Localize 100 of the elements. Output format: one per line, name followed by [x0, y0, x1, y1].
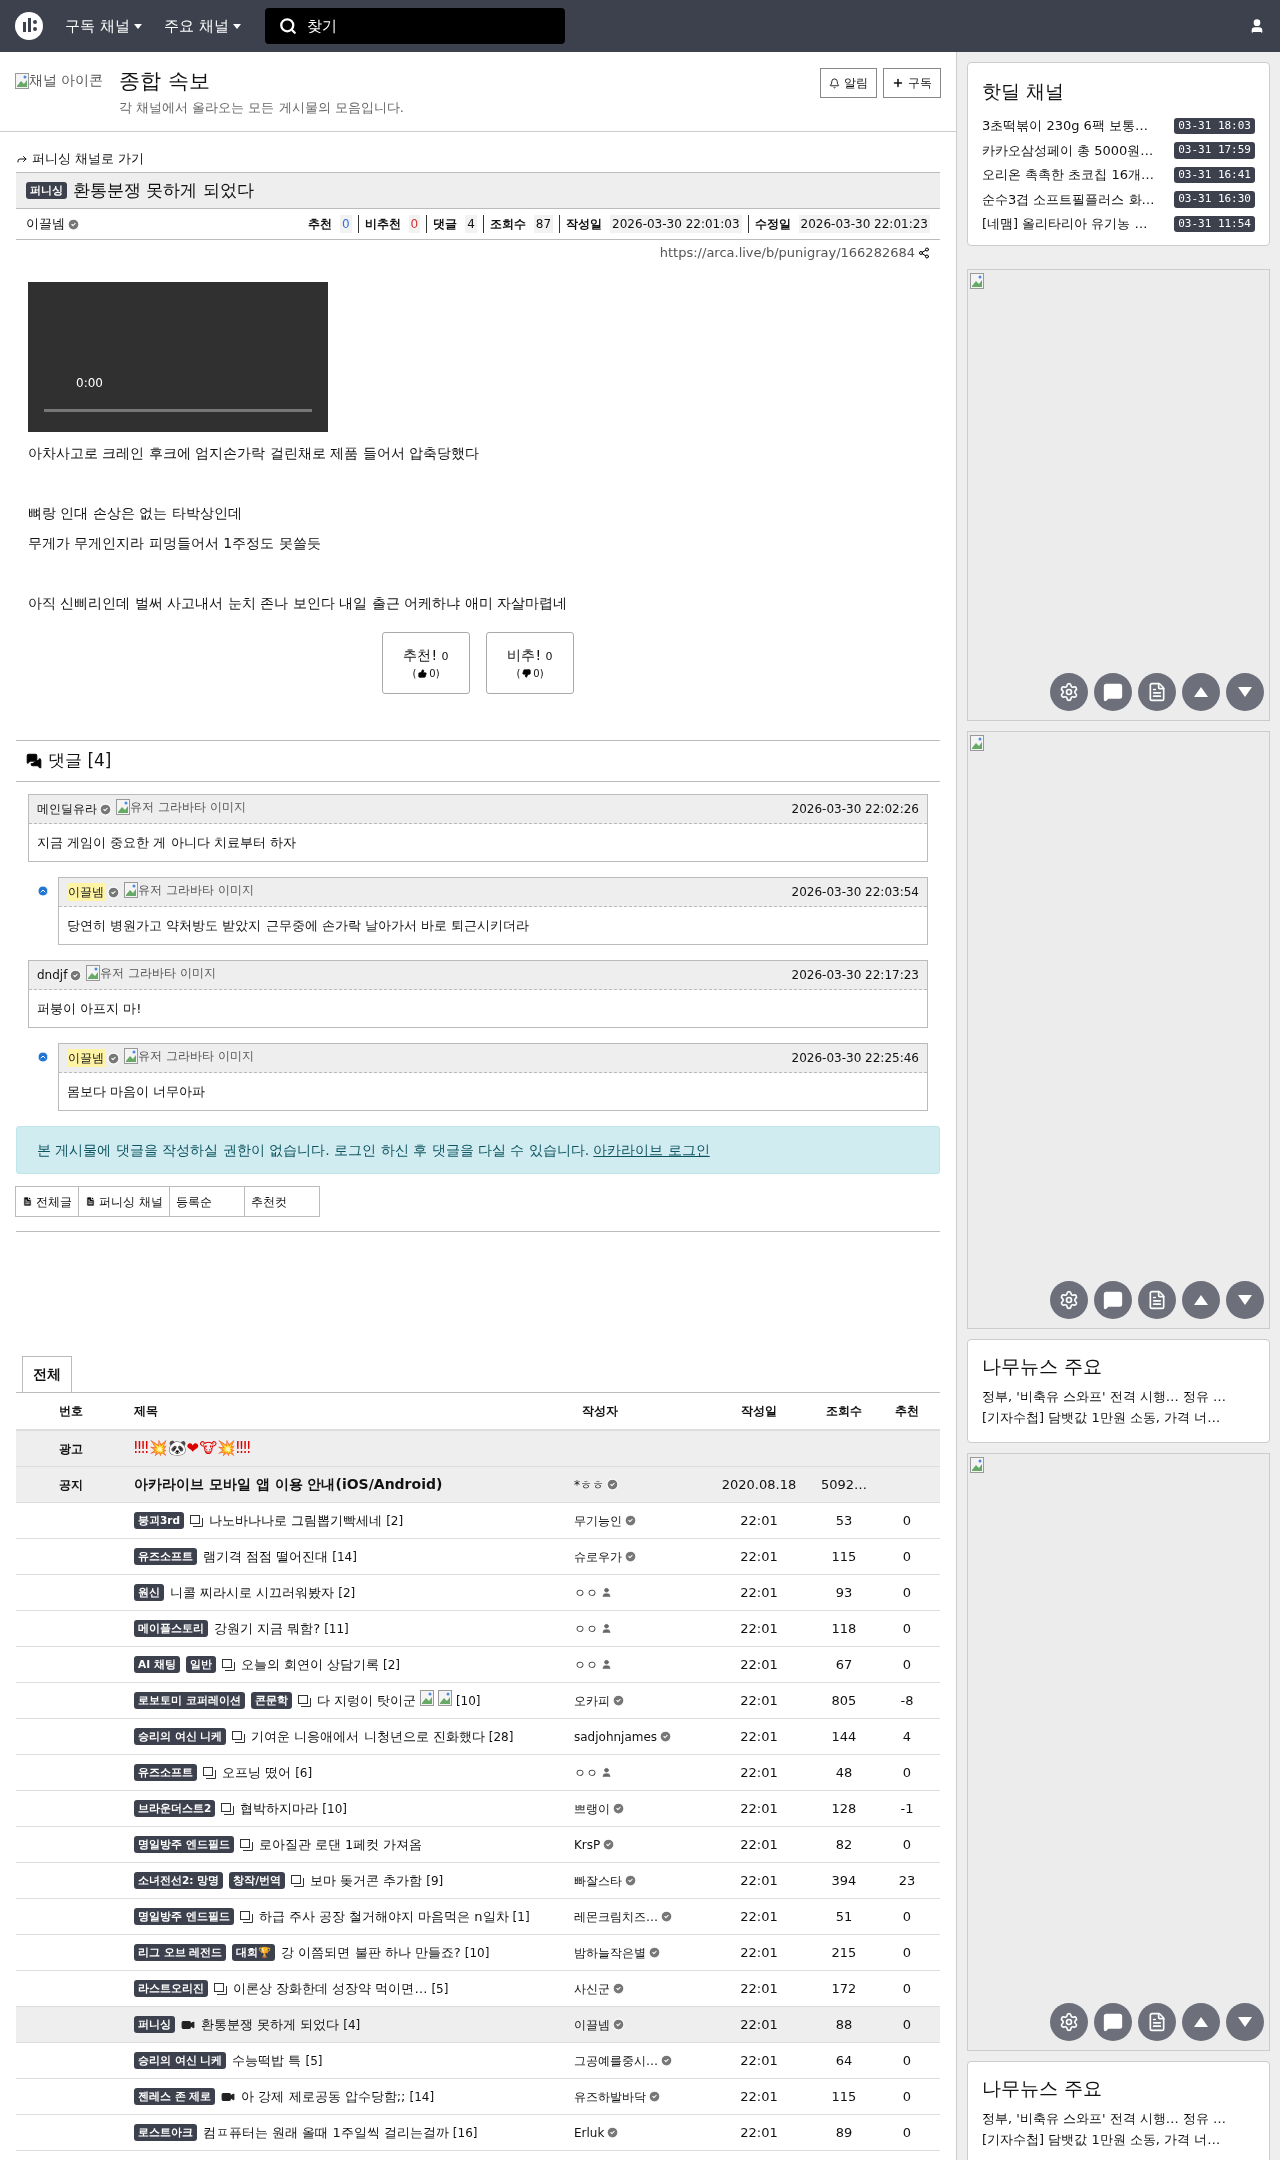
- news-link[interactable]: 정부, '비축유 스와프' 전격 시행… 정유 …: [982, 1388, 1227, 1404]
- post-title[interactable]: 이론상 장화한데 성장약 먹이면…: [233, 1978, 428, 1999]
- author-name[interactable]: sadjohnjames: [574, 1727, 658, 1746]
- notification-button[interactable]: 알림: [820, 68, 877, 98]
- post-title[interactable]: 협박하지마라: [240, 1798, 319, 1819]
- share-icon[interactable]: [918, 247, 930, 259]
- comment-author[interactable]: 이끌넴: [67, 1049, 105, 1067]
- downvote-button[interactable]: 비추! 0 ( 0): [486, 632, 574, 694]
- category-badge[interactable]: 콘문학: [250, 1691, 292, 1710]
- post-title[interactable]: 강원기 지금 뭐함?: [214, 1618, 321, 1639]
- category-badge[interactable]: 퍼니싱: [26, 181, 67, 200]
- comment-author[interactable]: 메인딜유라: [37, 800, 97, 818]
- category-badge[interactable]: 라스트오리진: [134, 1979, 208, 1998]
- search-field[interactable]: 찾기: [264, 8, 565, 44]
- author-name[interactable]: 그공예를중시…: [574, 2051, 658, 2070]
- post-title[interactable]: 램기격 점점 떨어진대: [203, 1546, 329, 1567]
- author-name[interactable]: 밤하늘작은별: [574, 1943, 646, 1962]
- board-row[interactable]: 공지 아카라이브 모바일 앱 이용 안내(iOS/Android) *ㅎㅎ 2020.08.18 5092…: [16, 1467, 940, 1503]
- post-title[interactable]: 보마 돚거콘 추가함: [310, 1870, 423, 1891]
- category-badge[interactable]: 원신: [134, 1583, 164, 1602]
- comment-author[interactable]: 이끌넴: [67, 883, 105, 901]
- category-badge[interactable]: 일반: [185, 1655, 216, 1674]
- post-title[interactable]: 수능떡밥 특: [232, 2050, 302, 2071]
- category-badge[interactable]: 승리의 여신 니케: [134, 1727, 227, 1746]
- category-badge[interactable]: 퍼니싱: [134, 2015, 175, 2034]
- site-logo[interactable]: [15, 12, 43, 40]
- list-tab[interactable]: 등록순: [168, 1186, 245, 1217]
- post-title[interactable]: 컴ㅍ퓨터는 원래 올때 1주일씩 걸리는걸까: [203, 2122, 449, 2143]
- login-link[interactable]: 아카라이브 로그인: [593, 1139, 710, 1161]
- list-tab[interactable]: 퍼니싱 채널: [78, 1186, 170, 1217]
- author-name[interactable]: ㅇㅇ: [574, 1583, 598, 1602]
- board-row[interactable]: 광고 ‼‼💥🐼❤🐮💥‼‼: [16, 1431, 940, 1467]
- search-input[interactable]: 찾기: [306, 14, 551, 38]
- category-badge[interactable]: 로스트아크: [134, 2123, 197, 2142]
- channel-link[interactable]: 퍼니싱 채널로 가기: [32, 149, 145, 169]
- category-badge[interactable]: 로보토미 코퍼레이션: [134, 1691, 245, 1710]
- author-name[interactable]: 슈로우가: [574, 1547, 622, 1566]
- author-name[interactable]: ㅇㅇ: [574, 1763, 598, 1782]
- post-title[interactable]: 강 이쯤되면 불판 하나 만들죠?: [281, 1942, 461, 1963]
- user-icon[interactable]: [1249, 18, 1265, 34]
- news-link[interactable]: 정부, '비축유 스와프' 전격 시행… 정유 …: [982, 2110, 1227, 2126]
- video-progress-track[interactable]: [44, 409, 312, 412]
- post-title[interactable]: 하급 주사 공장 철거해야지 마음먹은 n일차: [258, 1906, 509, 1927]
- post-title[interactable]: 기여운 니응애에서 니청년으로 진화했다: [251, 1726, 485, 1747]
- post-title[interactable]: 아카라이브 모바일 앱 이용 안내(iOS/Android): [134, 1474, 443, 1495]
- list-tab[interactable]: 추천컷: [243, 1186, 320, 1217]
- category-badge[interactable]: 대회🏆: [232, 1943, 276, 1962]
- author-name[interactable]: 이끌넴: [26, 214, 65, 234]
- comment-author[interactable]: dndjf: [37, 966, 68, 984]
- post-title[interactable]: 오늘의 회연이 상담기록: [240, 1654, 379, 1675]
- author-name[interactable]: 무기능인: [574, 1511, 622, 1530]
- category-badge[interactable]: 젠레스 존 제로: [134, 2087, 216, 2106]
- board-tab[interactable]: 전체: [22, 1356, 72, 1392]
- news-link[interactable]: [기자수첩] 담뱃값 1만원 소동, 가격 너…: [982, 1409, 1221, 1425]
- author-name[interactable]: ㅇㅇ: [574, 1619, 598, 1638]
- category-badge[interactable]: 브라운더스트2: [134, 1799, 216, 1818]
- category-badge[interactable]: 명일방주 엔드필드: [134, 1907, 234, 1926]
- nav-dropdown[interactable]: 구독 채널: [65, 14, 142, 38]
- category-badge[interactable]: 승리의 여신 니케: [134, 2051, 227, 2070]
- author-name[interactable]: 이끌넴: [574, 2015, 610, 2034]
- category-badge[interactable]: 창작/번역: [229, 1871, 285, 1890]
- author-name[interactable]: 오카피: [574, 1691, 610, 1710]
- post-title[interactable]: 로아질관 로댄 1페컷 가져옴: [258, 1834, 423, 1855]
- category-badge[interactable]: AI 채팅: [134, 1655, 180, 1674]
- category-badge[interactable]: 메이플스토리: [134, 1619, 208, 1638]
- author-name[interactable]: *ㅎㅎ: [574, 1475, 604, 1494]
- deal-link[interactable]: [네맴] 올리타리아 유기농 …: [982, 214, 1148, 234]
- author-name[interactable]: KrsP: [574, 1835, 601, 1854]
- author-name[interactable]: 레몬크림치즈…: [574, 1907, 658, 1926]
- deal-link[interactable]: 오리온 촉촉한 초코칩 16개…: [982, 165, 1154, 185]
- board-row[interactable]: 퍼니싱 환통분쟁 못하게 되었다 [4] 이끌넴 22:01 88 0: [16, 2007, 940, 2043]
- category-badge[interactable]: 유즈소프트: [134, 1763, 197, 1782]
- post-title[interactable]: 아 강제 제로공동 압수당함;;: [241, 2086, 406, 2107]
- category-badge[interactable]: 소녀전선2: 망명: [134, 1871, 224, 1890]
- post-title[interactable]: ‼‼💥🐼❤🐮💥‼‼: [134, 1437, 251, 1460]
- author-name[interactable]: 빠잘스타: [574, 1871, 622, 1890]
- post-title[interactable]: 나노바나나로 그림뽑기빡세네: [209, 1510, 383, 1531]
- video-player[interactable]: 0:00: [28, 282, 328, 432]
- author-name[interactable]: 유즈하발바닥: [574, 2087, 646, 2106]
- list-tab[interactable]: 전체글: [15, 1186, 79, 1217]
- post-url[interactable]: https://arca.live/b/punigray/166282684: [659, 243, 915, 263]
- post-title[interactable]: 니콜 찌라시로 시끄러워봤자: [170, 1582, 335, 1603]
- author-name[interactable]: 사신군: [574, 1979, 610, 1998]
- category-badge[interactable]: 붕괴3rd: [134, 1511, 184, 1530]
- news-link[interactable]: [기자수첩] 담뱃값 1만원 소동, 가격 너…: [982, 2131, 1221, 2147]
- deal-link[interactable]: 3초떡볶이 230g 6팩 보통…: [982, 116, 1148, 136]
- upvote-button[interactable]: 추천! 0 ( 0): [382, 632, 470, 694]
- post-title[interactable]: 환통분쟁 못하게 되었다: [201, 2014, 340, 2035]
- author-name[interactable]: ㅇㅇ: [574, 1655, 598, 1674]
- subscribe-button[interactable]: 구독: [883, 68, 941, 98]
- category-badge[interactable]: 명일방주 엔드필드: [134, 1835, 234, 1854]
- category-badge[interactable]: 유즈소프트: [134, 1547, 197, 1566]
- post-title[interactable]: 오프닝 떴어: [222, 1762, 292, 1783]
- post-title[interactable]: 다 지렁이 탓이군: [316, 1690, 416, 1711]
- nav-dropdown[interactable]: 주요 채널: [163, 14, 241, 38]
- author-name[interactable]: Erluk: [574, 2123, 605, 2142]
- deal-link[interactable]: 카카오삼성페이 총 5000원…: [982, 140, 1154, 160]
- author-name[interactable]: 쁘랭이: [574, 1799, 610, 1818]
- deal-link[interactable]: 순수3겹 소프트필플러스 화…: [982, 189, 1155, 209]
- category-badge[interactable]: 리그 오브 레전드: [134, 1943, 227, 1962]
